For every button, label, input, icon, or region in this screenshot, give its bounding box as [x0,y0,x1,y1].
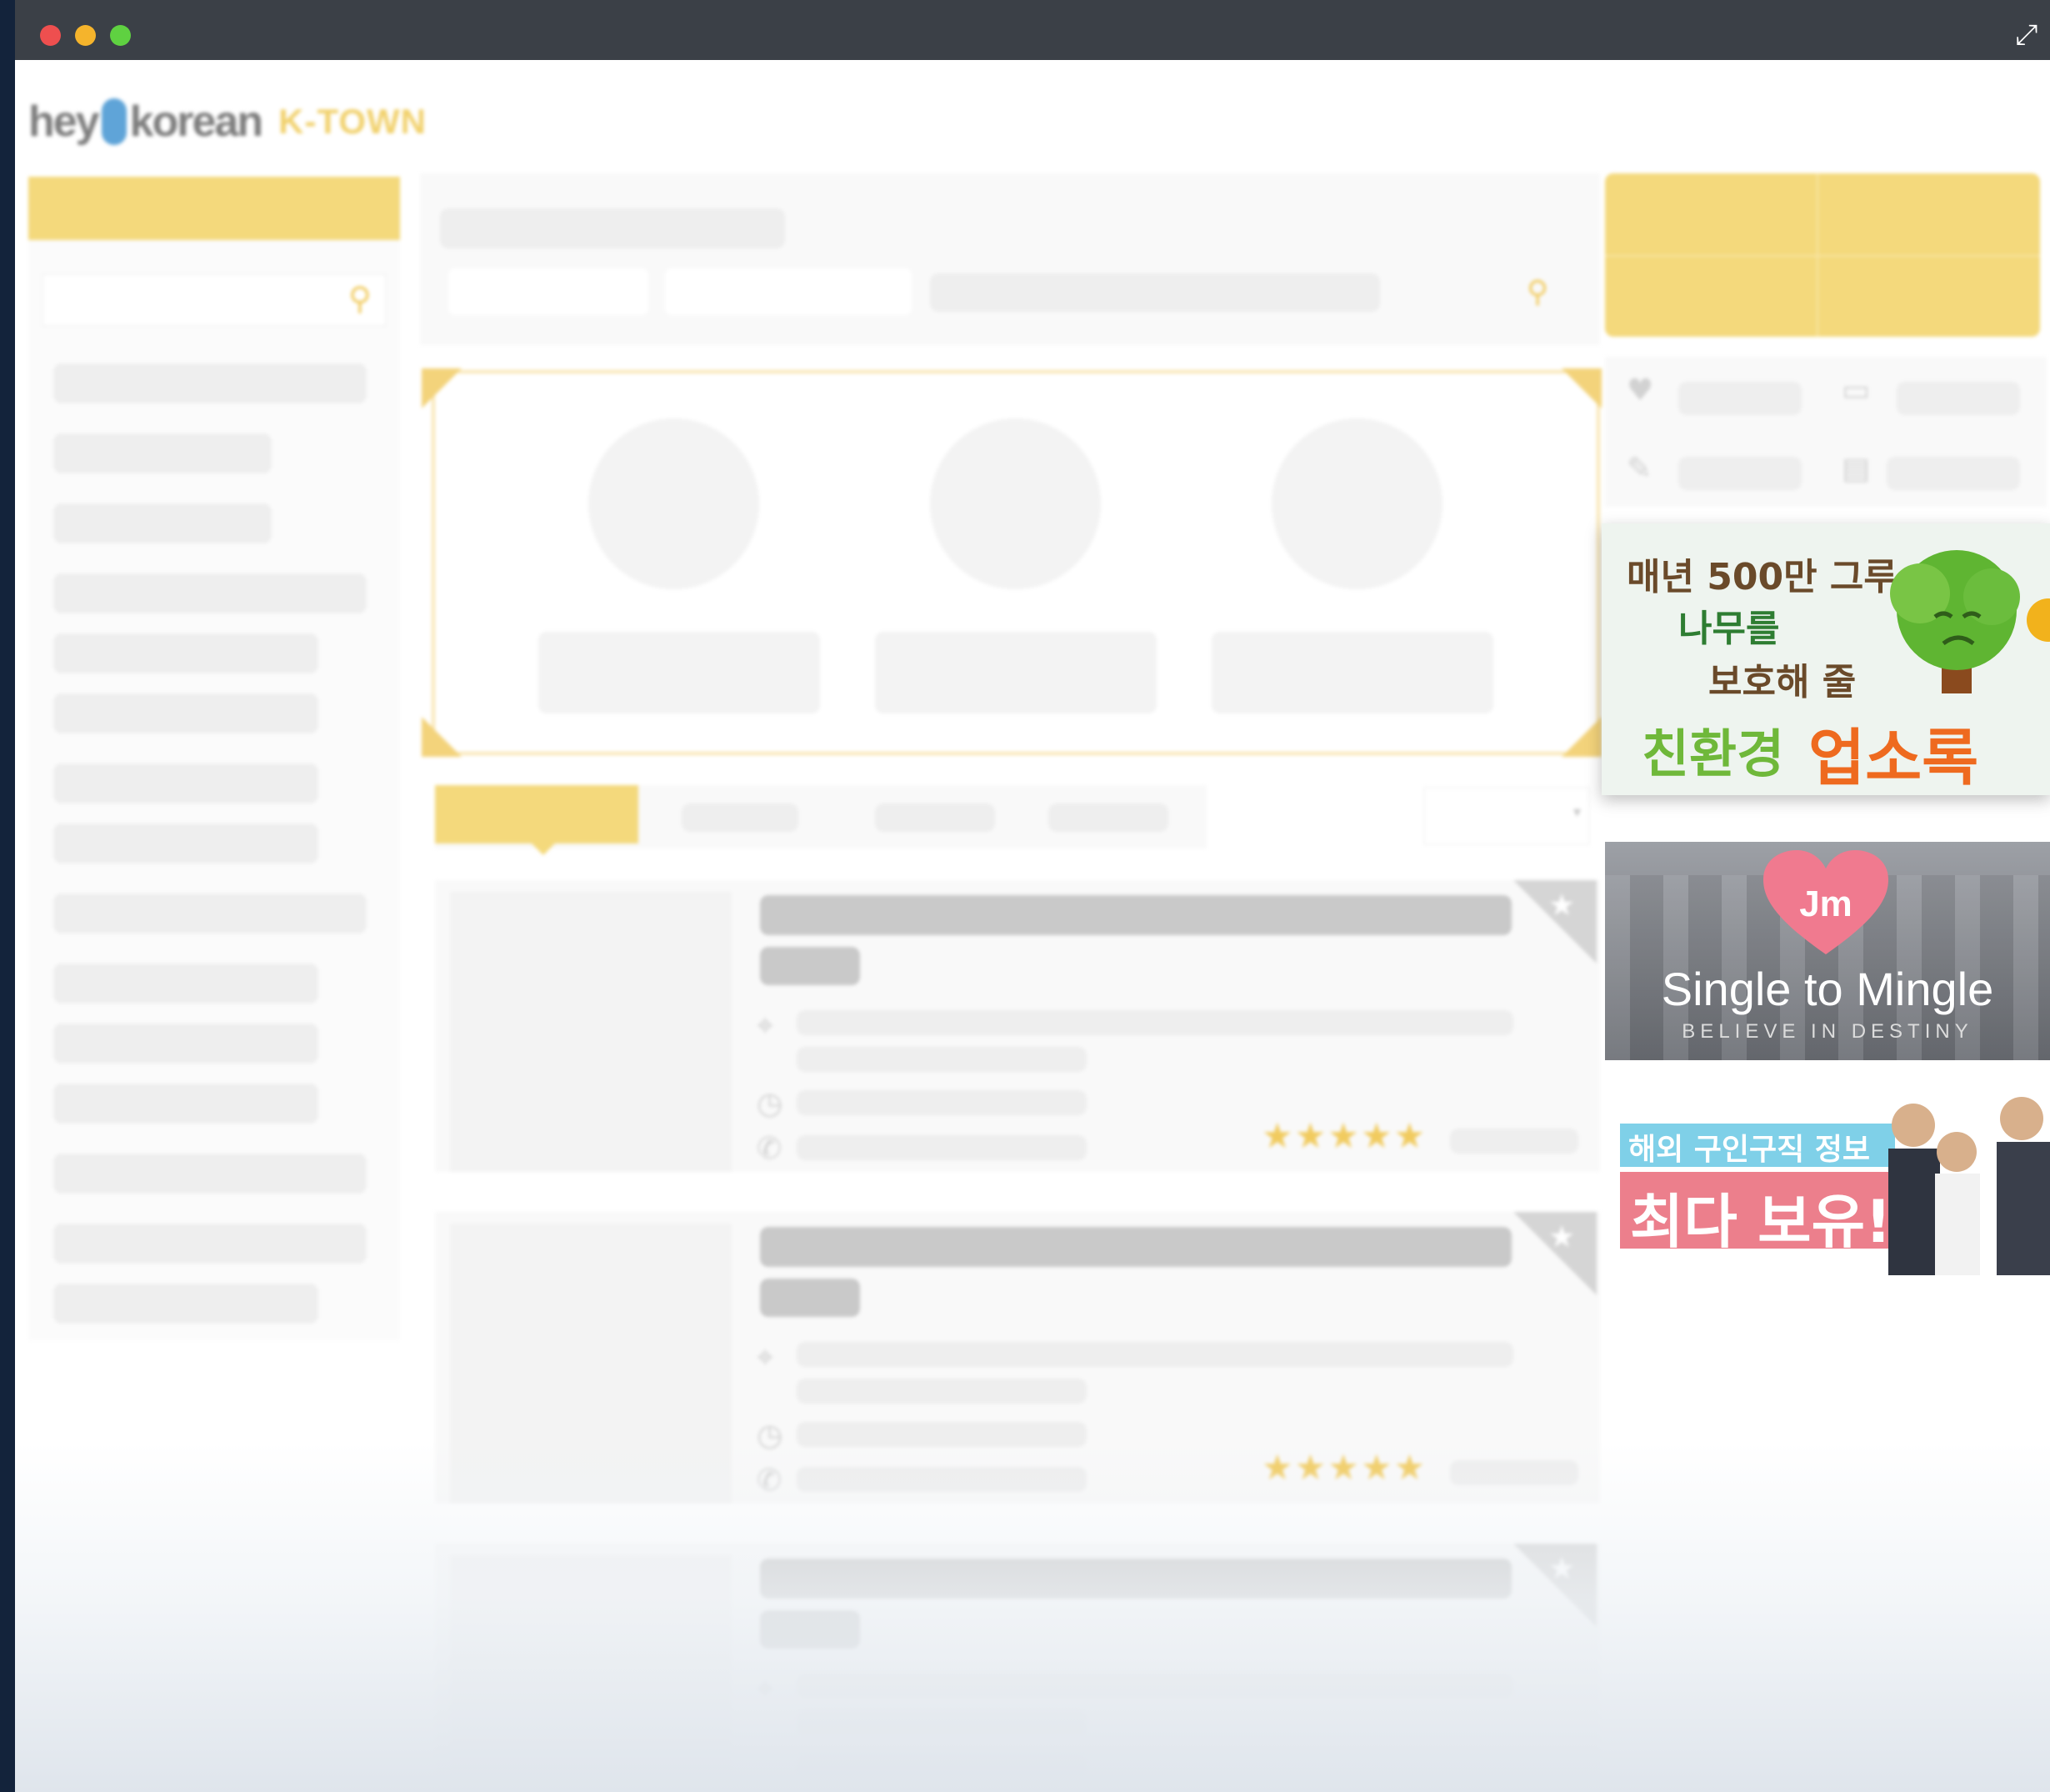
mingle-tagline: BELIEVE IN DESTINY [1682,1020,1973,1043]
listing-address-line2 [797,1047,1087,1072]
tab[interactable] [1048,803,1168,832]
sidebar-item[interactable] [53,1024,318,1064]
chevron-down-icon[interactable]: ▾ [1573,803,1581,821]
listing-title[interactable] [760,895,1512,935]
minimize-window-button[interactable] [75,25,96,46]
sort-dropdown[interactable] [1423,787,1590,845]
close-window-button[interactable] [40,25,61,46]
document-icon[interactable]: ▤ [1842,452,1870,486]
region-select[interactable] [665,268,912,315]
logo-pill-icon [101,98,127,145]
logo-korean-text: korean [129,98,264,146]
mingle-title: Single to Mingle [1661,963,1994,1015]
sad-tree-icon [1890,550,2020,693]
featured-business-image[interactable] [588,418,759,589]
listing-category [760,947,860,985]
sidebar-item[interactable] [53,1084,318,1124]
quick-menu-label[interactable] [1678,382,1802,415]
keyword-search-input[interactable] [930,273,1380,312]
star-icon[interactable]: ★ [1548,1220,1575,1254]
sidebar-item[interactable] [53,1224,367,1264]
quick-menu-label[interactable] [1678,457,1802,490]
tab[interactable] [682,803,798,832]
sidebar-item[interactable] [53,823,318,863]
star-icon[interactable]: ★ [1548,888,1575,923]
featured-business-name[interactable] [538,632,820,713]
eco-ad-orange-word: 업소록 [1808,723,1979,794]
browser-window: ⤢ hey korean K-TOWN ⚲ ⚲ ▾ ⌖ ◷ ✆ ★★★★★ ★ … [15,0,2050,1792]
login-box-divider [1605,255,2040,257]
window-titlebar: ⤢ [15,0,2050,60]
listing-title[interactable] [760,1227,1512,1267]
search-panel [420,173,1600,345]
single-to-mingle-ad[interactable]: Jm Single to Mingle BELIEVE IN DESTINY [1605,842,2050,1060]
logo-ktown-text: K-TOWN [278,102,427,141]
search-icon[interactable]: ⚲ [348,280,372,317]
map-pin-icon: ⌖ [757,1009,774,1043]
expand-arrows-icon[interactable]: ⤢ [2010,18,2043,52]
sidebar-item[interactable] [53,693,318,733]
sidebar-search-input[interactable] [42,273,387,327]
mingle-badge-text: Jm [1799,883,1852,924]
sidebar-item[interactable] [53,363,367,403]
map-pin-icon: ⌖ [757,1340,774,1374]
tab-pointer [532,843,555,855]
featured-business-name[interactable] [875,632,1157,713]
pencil-icon[interactable]: ✎ [1627,452,1652,486]
search-icon[interactable]: ⚲ [1527,275,1548,309]
business-people-graphic [1888,1097,2050,1275]
sidebar-item[interactable] [53,503,272,543]
rating-stars: ★★★★★ [1262,1115,1428,1156]
heart-icon[interactable]: ♥ [1627,373,1653,408]
featured-business-name[interactable] [1212,632,1493,713]
eco-ad-green-word: 친환경 [1642,723,1785,784]
id-card-icon[interactable]: ▭ [1842,373,1870,408]
frame-corner-decoration [422,368,462,408]
listing-hours [797,1090,1087,1115]
eco-ad-line1: 매년 500만 그루 [1627,556,1898,598]
listing-thumbnail[interactable] [450,892,732,1172]
sidebar-header-bar [28,177,400,240]
sidebar-item[interactable] [53,433,272,473]
listing-address [797,1342,1513,1367]
sidebar-item[interactable] [53,893,367,934]
frame-corner-decoration [1562,368,1602,408]
quick-menu-label[interactable] [1887,457,2020,490]
tab-active[interactable] [435,785,638,843]
clock-icon: ◷ [757,1087,783,1121]
sidebar-item[interactable] [53,633,318,673]
review-count [1450,1129,1578,1154]
sidebar-item[interactable] [53,1154,367,1194]
jobs-ad-bottom-text: 최다 보유! [1630,1188,1892,1256]
sidebar-item[interactable] [53,1284,318,1324]
listing-address [797,1010,1513,1035]
sidebar-item[interactable] [53,964,318,1004]
listing-phone [797,1135,1087,1160]
search-panel-title [440,208,785,248]
featured-business-image[interactable] [930,418,1101,589]
listing-category [760,1279,860,1317]
job-info-ad[interactable]: 해외 구인구직 정보 최다 보유! [1605,1094,2050,1275]
sidebar-item[interactable] [53,763,318,803]
eco-ad-line2: 나무를 [1678,608,1780,650]
tab[interactable] [875,803,995,832]
featured-business-image[interactable] [1272,418,1442,589]
phone-icon: ✆ [757,1132,782,1166]
bottom-fade-overlay [15,1442,2050,1792]
quick-menu-label[interactable] [1897,382,2020,415]
maximize-window-button[interactable] [110,25,131,46]
sidebar-item[interactable] [53,573,367,613]
logo-hey-text: hey [28,98,100,146]
eco-ad-line3: 보호해 줄 [1708,661,1857,703]
category-select[interactable] [448,268,648,315]
eco-directory-ad[interactable]: 매년 500만 그루 나무를 보호해 줄 친환경 업소록 [1602,523,2050,795]
jobs-ad-top-text: 해외 구인구직 정보 [1628,1133,1871,1167]
site-logo[interactable]: hey korean K-TOWN [28,97,427,147]
listing-address-line2 [797,1379,1087,1404]
frame-corner-decoration [422,717,462,757]
frame-corner-decoration [1562,717,1602,757]
